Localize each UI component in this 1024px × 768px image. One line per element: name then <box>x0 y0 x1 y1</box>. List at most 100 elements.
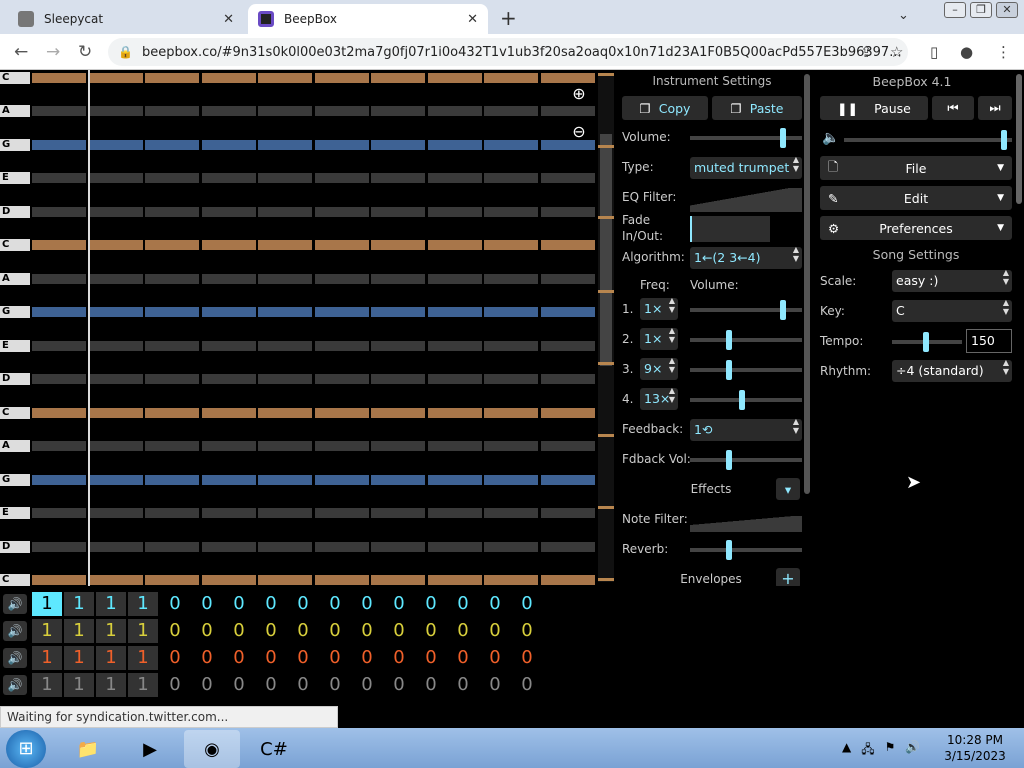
note-cell[interactable] <box>484 541 538 552</box>
pattern-cell[interactable]: 0 <box>448 673 478 697</box>
channel-mute-speaker-icon[interactable]: 🔊 <box>3 675 27 695</box>
note-cell[interactable] <box>88 340 143 351</box>
pattern-cell[interactable]: 0 <box>160 619 190 643</box>
note-cell[interactable] <box>484 139 538 150</box>
note-lane[interactable] <box>32 173 595 184</box>
pattern-cell[interactable]: 0 <box>320 646 350 670</box>
note-cell[interactable] <box>484 474 538 485</box>
note-cell[interactable] <box>314 240 369 251</box>
scrollbar-thumb[interactable] <box>600 134 612 366</box>
slider-knob[interactable] <box>726 360 733 380</box>
note-cell[interactable] <box>484 508 538 519</box>
pattern-cell[interactable]: 0 <box>224 619 254 643</box>
fdback-vol-slider[interactable] <box>690 450 802 470</box>
close-window-button[interactable]: ✕ <box>996 2 1018 18</box>
volume-icon[interactable]: 🔊 <box>905 740 920 761</box>
pattern-cell[interactable]: 0 <box>512 673 542 697</box>
note-cell[interactable] <box>145 575 199 585</box>
pattern-cell[interactable]: 1 <box>64 592 94 616</box>
note-cell[interactable] <box>314 474 369 485</box>
pattern-cell[interactable]: 0 <box>256 592 286 616</box>
pattern-cell[interactable]: 0 <box>416 592 446 616</box>
note-cell[interactable] <box>371 73 425 83</box>
note-cell[interactable] <box>145 240 199 251</box>
note-cell[interactable] <box>32 240 86 251</box>
tab-search-icon[interactable]: ⌄ <box>898 8 909 23</box>
note-cell[interactable] <box>201 106 256 117</box>
explorer-icon[interactable]: 📁 <box>60 730 116 768</box>
note-cell[interactable] <box>540 73 595 83</box>
note-cell[interactable] <box>145 73 199 83</box>
piano-key-label[interactable]: A <box>0 272 30 285</box>
note-cell[interactable] <box>32 106 86 117</box>
note-cell[interactable] <box>145 441 199 452</box>
pattern-cell[interactable]: 0 <box>288 619 318 643</box>
pattern-cell[interactable]: 0 <box>352 592 382 616</box>
note-cell[interactable] <box>32 541 86 552</box>
pattern-cell[interactable]: 1 <box>128 646 158 670</box>
lock-icon[interactable]: 🔒 <box>118 45 133 59</box>
note-lane[interactable] <box>32 106 595 117</box>
rhythm-select[interactable]: ÷4 (standard) ▲ ▼ <box>892 358 1012 382</box>
note-cell[interactable] <box>201 73 256 83</box>
zoom-in-icon[interactable]: ⊕ <box>568 84 590 106</box>
note-cell[interactable] <box>540 508 595 519</box>
note-cell[interactable] <box>201 307 256 318</box>
note-lane[interactable] <box>32 340 595 351</box>
note-cell[interactable] <box>201 173 256 184</box>
note-cell[interactable] <box>540 240 595 251</box>
note-cell[interactable] <box>88 374 143 385</box>
note-lane[interactable] <box>32 139 595 150</box>
pattern-cell[interactable]: 1 <box>96 673 126 697</box>
note-cell[interactable] <box>371 541 425 552</box>
note-cell[interactable] <box>540 575 595 585</box>
note-cell[interactable] <box>88 407 143 418</box>
pattern-cell[interactable]: 0 <box>288 646 318 670</box>
piano-roll[interactable]: C A G E D C A G E D C A G E D C ⊕ ⊖ <box>0 70 616 586</box>
pattern-cell[interactable]: 1 <box>128 592 158 616</box>
note-cell[interactable] <box>314 273 369 284</box>
add-envelope-button[interactable]: + <box>776 568 800 586</box>
tempo-slider[interactable] <box>892 332 962 352</box>
zoom-out-icon[interactable]: ⊖ <box>568 122 590 144</box>
tab-beepbox[interactable]: BeepBox ✕ <box>248 4 488 34</box>
note-cell[interactable] <box>314 407 369 418</box>
note-cell[interactable] <box>371 139 425 150</box>
note-cell[interactable] <box>371 575 425 585</box>
note-cell[interactable] <box>371 106 425 117</box>
note-cell[interactable] <box>484 407 538 418</box>
song-volume-slider[interactable] <box>844 130 1012 150</box>
pattern-cell[interactable]: 1 <box>128 673 158 697</box>
back-icon[interactable]: ← <box>14 42 28 62</box>
operator-freq-select[interactable]: 1× ▲ ▼ <box>640 296 678 320</box>
note-cell[interactable] <box>201 139 256 150</box>
operator-volume-slider[interactable] <box>690 330 802 350</box>
note-cell[interactable] <box>145 106 199 117</box>
pattern-cell[interactable]: 0 <box>448 619 478 643</box>
pattern-cell[interactable]: 0 <box>416 646 446 670</box>
csharp-icon[interactable]: C# <box>246 730 302 768</box>
piano-key-label[interactable]: G <box>0 306 30 319</box>
note-cell[interactable] <box>540 206 595 217</box>
note-cell[interactable] <box>32 407 86 418</box>
slider-knob[interactable] <box>726 330 733 350</box>
note-cell[interactable] <box>145 139 199 150</box>
note-cell[interactable] <box>484 106 538 117</box>
note-cell[interactable] <box>201 407 256 418</box>
note-cell[interactable] <box>484 340 538 351</box>
pattern-cell[interactable]: 0 <box>448 592 478 616</box>
note-cell[interactable] <box>145 173 199 184</box>
fade-graph[interactable] <box>690 216 770 242</box>
channel-mute-speaker-icon[interactable]: 🔊 <box>3 648 27 668</box>
close-tab-icon[interactable]: ✕ <box>467 12 478 27</box>
note-cell[interactable] <box>258 374 312 385</box>
note-filter-graph[interactable] <box>690 516 802 532</box>
note-cell[interactable] <box>427 173 482 184</box>
note-cell[interactable] <box>427 340 482 351</box>
note-cell[interactable] <box>201 508 256 519</box>
pattern-cell[interactable]: 0 <box>512 619 542 643</box>
operator-freq-select[interactable]: 1× ▲ ▼ <box>640 326 678 350</box>
note-cell[interactable] <box>314 173 369 184</box>
note-cell[interactable] <box>371 240 425 251</box>
note-cell[interactable] <box>32 273 86 284</box>
